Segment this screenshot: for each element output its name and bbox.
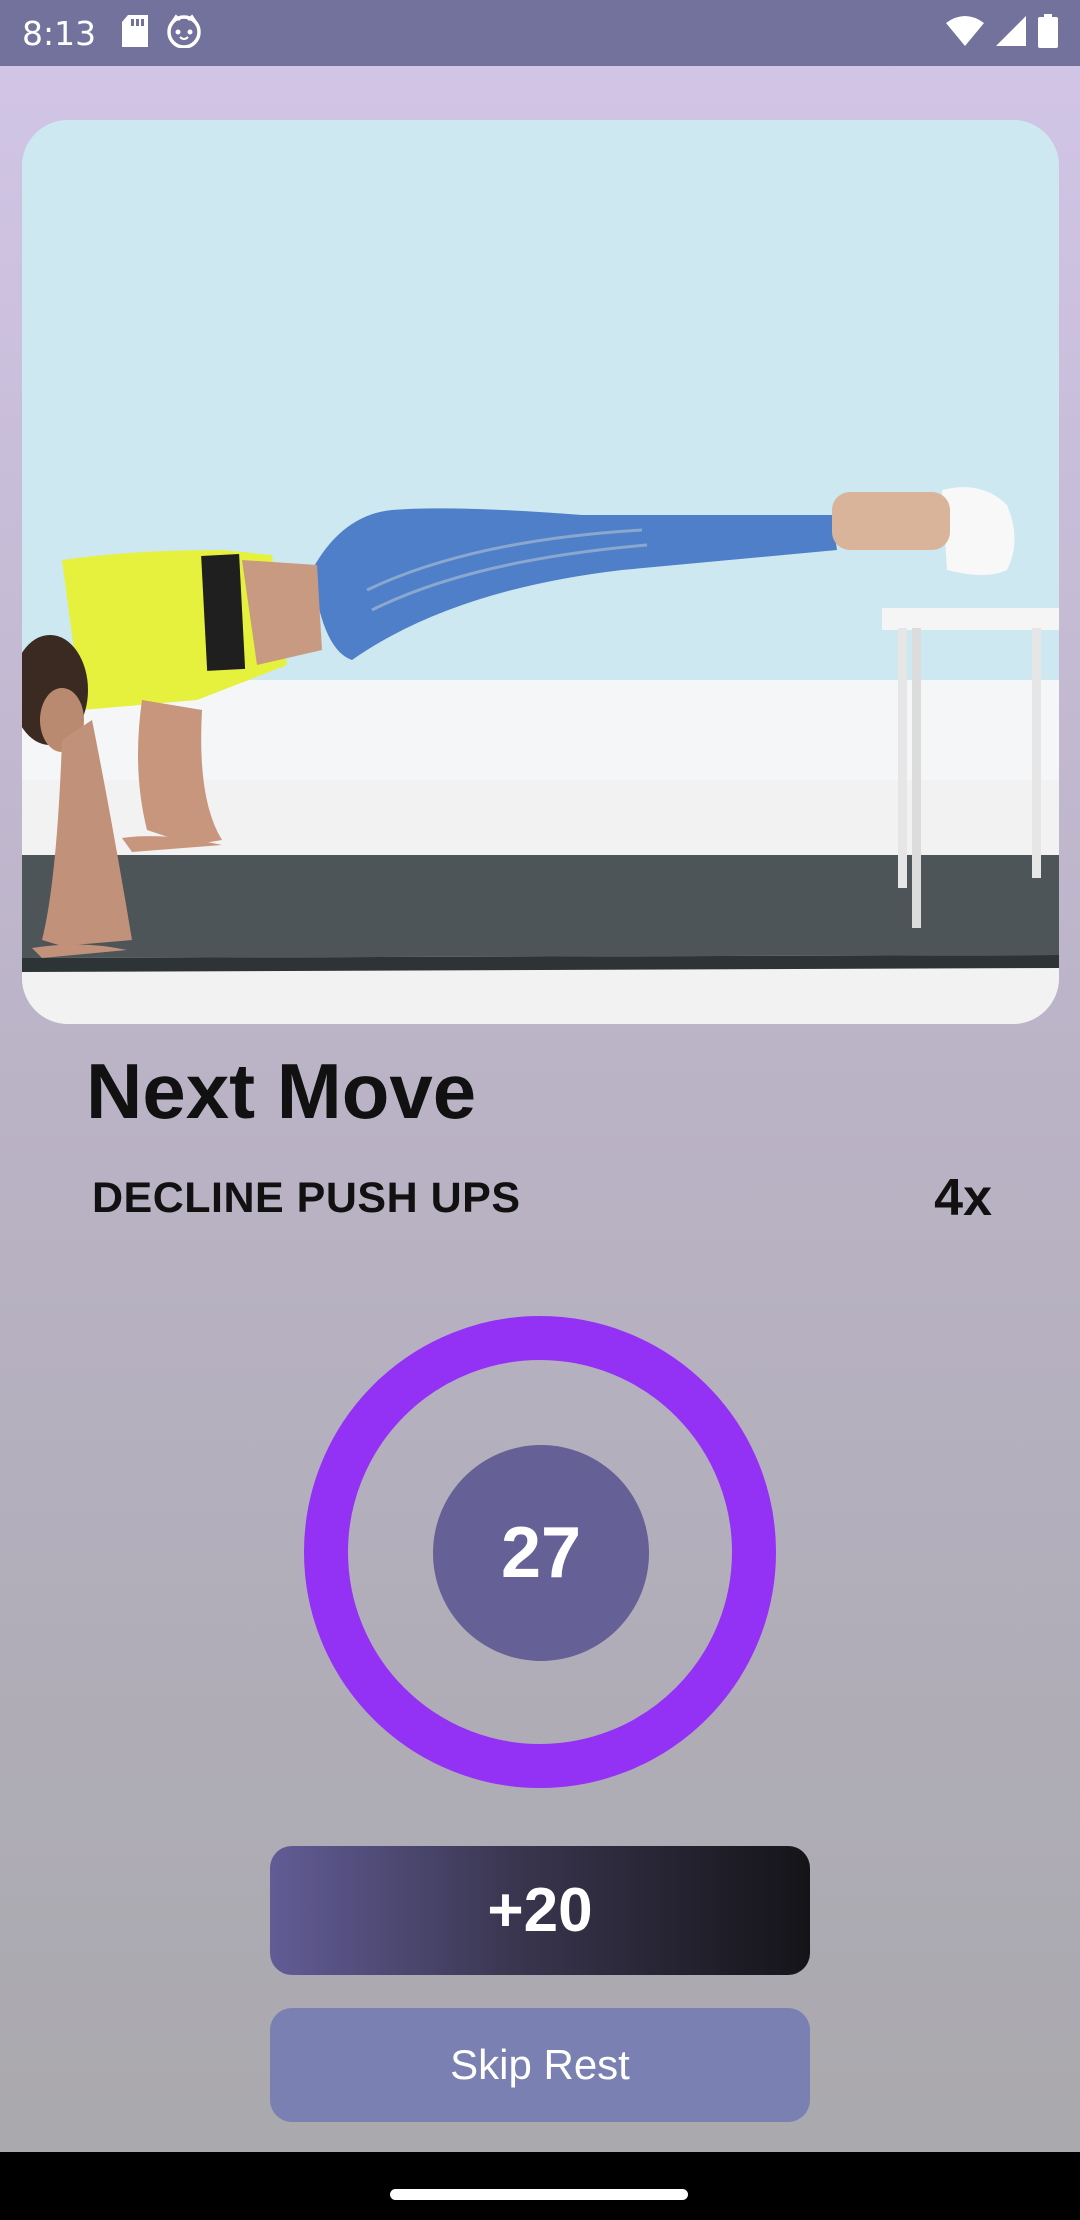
exercise-reps: 4x (934, 1169, 992, 1227)
timer-seconds: 27 (500, 1513, 582, 1593)
skip-rest-button[interactable]: Skip Rest (270, 2008, 810, 2122)
cat-face-icon (166, 13, 202, 53)
exercise-illustration (22, 120, 1059, 1024)
home-gesture-handle[interactable] (390, 2189, 688, 2200)
rest-timer: 27 (433, 1445, 649, 1661)
signal-icon (996, 15, 1026, 51)
battery-icon (1038, 13, 1058, 53)
status-time: 8:13 (22, 13, 97, 53)
sd-card-icon (122, 14, 149, 52)
next-move-title: Next Move (86, 1047, 477, 1135)
exercise-media (22, 120, 1059, 1024)
status-bar: 8:13 (0, 0, 1080, 66)
wifi-icon (946, 15, 984, 51)
exercise-name: DECLINE PUSH UPS (92, 1174, 521, 1222)
add-time-button[interactable]: +20 (270, 1846, 810, 1975)
navigation-bar (0, 2152, 1080, 2220)
